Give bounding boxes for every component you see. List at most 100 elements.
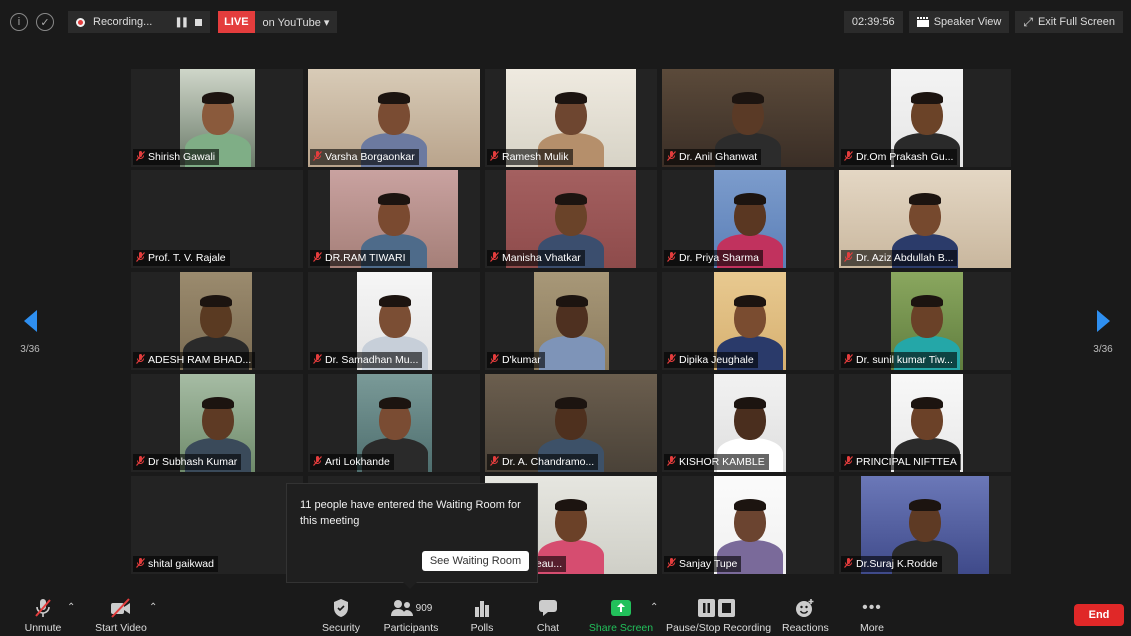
participant-tile[interactable]: Dr. Anil Ghanwat — [662, 69, 834, 167]
meeting-topbar: i ✓ Recording... ❚❚ LIVE on YouTube ▾ 02… — [0, 0, 1131, 44]
muted-mic-icon — [667, 252, 676, 262]
muted-mic-icon — [844, 558, 853, 568]
participant-tile[interactable]: Dr. Aziz Abdullah B... — [839, 170, 1011, 268]
next-page-button[interactable]: 3/36 — [1083, 310, 1123, 355]
more-button[interactable]: ••• More — [852, 592, 892, 636]
info-icon[interactable]: i — [10, 13, 28, 31]
participants-icon: 909 — [380, 597, 442, 619]
participant-tile[interactable]: Sanjay Tupe — [662, 476, 834, 574]
participant-tile[interactable]: D'kumar — [485, 272, 657, 370]
participant-name: Prof. T. V. Rajale — [133, 250, 230, 266]
muted-mic-icon — [136, 252, 145, 262]
meeting-toolbar: Unmute ⌃ Start Video ⌃ Security 909 Part… — [0, 592, 1131, 636]
participant-tile[interactable]: PRINCIPAL NIFTTEA — [839, 374, 1011, 472]
live-stream-indicator[interactable]: LIVE on YouTube ▾ — [218, 11, 338, 33]
participant-tile[interactable]: Dr.Om Prakash Gu... — [839, 69, 1011, 167]
stop-recording-icon[interactable] — [195, 18, 203, 26]
arrow-right-icon — [1096, 310, 1110, 332]
muted-mic-icon — [313, 252, 322, 262]
waiting-room-message: 11 people have entered the Waiting Room … — [300, 499, 521, 527]
recording-label: Recording... — [93, 16, 153, 28]
page-count-left: 3/36 — [20, 344, 40, 355]
participant-tile[interactable]: Prof. T. V. Rajale — [131, 170, 303, 268]
chat-button[interactable]: Chat — [528, 592, 568, 636]
recording-indicator: Recording... ❚❚ — [68, 11, 211, 33]
participant-name: Dr.Om Prakash Gu... — [841, 149, 958, 165]
waiting-room-notification: 11 people have entered the Waiting Room … — [286, 483, 538, 589]
participant-tile[interactable]: Dr. Samadhan Mu... — [308, 272, 480, 370]
participant-video — [534, 272, 609, 370]
reactions-button[interactable]: Reactions — [782, 592, 829, 636]
video-options-caret-icon[interactable]: ⌃ — [149, 602, 157, 613]
participant-tile[interactable]: Dr. A. Chandramo... — [485, 374, 657, 472]
participant-name: Ramesh Mulik — [487, 149, 573, 165]
participant-tile[interactable]: Varsha Borgaonkar — [308, 69, 480, 167]
audio-options-caret-icon[interactable]: ⌃ — [67, 602, 75, 613]
participant-name: Dr Subhash Kumar — [133, 454, 242, 470]
participant-name: Shirish Gawali — [133, 149, 220, 165]
muted-mic-icon — [844, 151, 853, 161]
muted-mic-icon — [667, 558, 676, 568]
share-options-caret-icon[interactable]: ⌃ — [650, 602, 658, 613]
exit-full-screen-button[interactable]: ⤢ Exit Full Screen — [1015, 11, 1123, 33]
meeting-timer: 02:39:56 — [843, 11, 903, 33]
video-off-icon — [92, 597, 150, 619]
muted-mic-icon — [490, 151, 499, 161]
view-grid-icon — [916, 17, 929, 27]
participant-tile[interactable]: DR.RAM TIWARI — [308, 170, 480, 268]
participant-tile[interactable]: Dr Subhash Kumar — [131, 374, 303, 472]
shield-icon[interactable]: ✓ — [36, 13, 54, 31]
participants-count: 909 — [415, 602, 433, 614]
participant-name: Dr. Priya Sharma — [664, 250, 763, 266]
muted-mic-icon — [313, 151, 322, 161]
muted-mic-icon — [136, 151, 145, 161]
muted-mic-icon — [136, 456, 145, 466]
reactions-smiley-icon — [782, 597, 828, 619]
end-meeting-button[interactable]: End — [1074, 604, 1124, 626]
participant-name: PRINCIPAL NIFTTEA — [841, 454, 961, 470]
participant-name: ADESH RAM BHAD... — [133, 352, 256, 368]
muted-mic-icon — [490, 354, 499, 364]
participant-tile[interactable]: Dr.Suraj K.Rodde — [839, 476, 1011, 574]
participant-name: DR.RAM TIWARI — [310, 250, 410, 266]
pause-stop-icon — [666, 597, 768, 619]
muted-mic-icon — [667, 151, 676, 161]
polls-button[interactable]: Polls — [462, 592, 502, 636]
participant-name: Sanjay Tupe — [664, 556, 742, 572]
participant-tile[interactable]: KISHOR KAMBLE — [662, 374, 834, 472]
participant-name: shital gaikwad — [133, 556, 218, 572]
gallery-grid: Shirish Gawali Varsha Borgaonkar Ramesh Mu… — [131, 69, 1011, 574]
participant-tile[interactable]: Dipika Jeughale — [662, 272, 834, 370]
see-waiting-room-button[interactable]: See Waiting Room — [422, 551, 529, 571]
participant-tile[interactable]: ADESH RAM BHAD... — [131, 272, 303, 370]
unmute-button[interactable]: Unmute — [16, 592, 70, 636]
participants-button[interactable]: 909 Participants — [380, 592, 442, 636]
participant-name: Dr. Aziz Abdullah B... — [841, 250, 958, 266]
muted-mic-icon — [313, 456, 322, 466]
muted-mic-icon — [490, 252, 499, 262]
security-button[interactable]: Security — [318, 592, 364, 636]
participant-name: Dr. sunil kumar Tiw... — [841, 352, 957, 368]
start-video-button[interactable]: Start Video — [92, 592, 150, 636]
polls-icon — [462, 597, 502, 619]
participant-tile[interactable]: shital gaikwad — [131, 476, 303, 574]
participant-tile[interactable]: Dr. sunil kumar Tiw... — [839, 272, 1011, 370]
security-shield-icon — [318, 597, 364, 619]
participant-tile[interactable]: Shirish Gawali — [131, 69, 303, 167]
muted-mic-icon — [136, 354, 145, 364]
page-count-right: 3/36 — [1093, 344, 1113, 355]
speaker-view-button[interactable]: Speaker View — [908, 11, 1010, 33]
participant-name: Dr. Anil Ghanwat — [664, 149, 762, 165]
share-screen-button[interactable]: Share Screen — [588, 592, 654, 636]
participant-name: KISHOR KAMBLE — [664, 454, 769, 470]
muted-mic-icon — [844, 252, 853, 262]
previous-page-button[interactable]: 3/36 — [10, 310, 50, 355]
participant-tile[interactable]: Manisha Vhatkar — [485, 170, 657, 268]
toast-pointer — [403, 582, 417, 589]
participant-tile[interactable]: Arti Lokhande — [308, 374, 480, 472]
share-screen-icon — [588, 597, 654, 619]
participant-tile[interactable]: Dr. Priya Sharma — [662, 170, 834, 268]
pause-stop-recording-button[interactable]: Pause/Stop Recording — [666, 592, 771, 636]
participant-tile[interactable]: Ramesh Mulik — [485, 69, 657, 167]
pause-recording-icon[interactable]: ❚❚ — [174, 17, 189, 28]
